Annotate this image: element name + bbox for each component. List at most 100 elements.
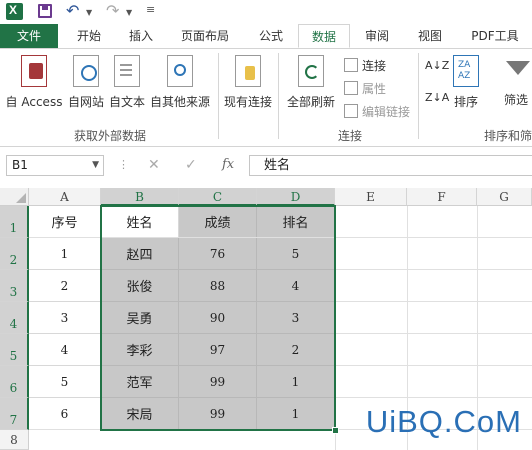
filter-button[interactable]: 筛选	[496, 55, 532, 108]
tab-file[interactable]: 文件	[0, 24, 58, 48]
table-cell[interactable]: 赵四	[101, 238, 179, 270]
table-cell[interactable]: 76	[179, 238, 257, 270]
column-header-f[interactable]: F	[407, 188, 477, 206]
table-cell[interactable]: 2	[29, 270, 101, 302]
table-cell[interactable]: 99	[179, 398, 257, 430]
table-cell[interactable]: 3	[257, 302, 335, 334]
column-header-b[interactable]: B	[101, 188, 179, 206]
undo-icon[interactable]: ↶	[66, 1, 79, 20]
table-cell[interactable]: 6	[29, 398, 101, 430]
customize-toolbar-icon[interactable]: ≡	[146, 3, 155, 16]
cell-d1[interactable]: 排名	[257, 206, 335, 238]
filter-icon	[504, 55, 530, 85]
table-cell[interactable]: 李彩	[101, 334, 179, 366]
tab-home[interactable]: 开始	[64, 24, 114, 48]
table-cell[interactable]: 2	[257, 334, 335, 366]
table-cell[interactable]: 1	[257, 398, 335, 430]
cell-c1[interactable]: 成绩	[179, 206, 257, 238]
table-cell[interactable]: 88	[179, 270, 257, 302]
column-header-a[interactable]: A	[29, 188, 101, 206]
insert-function-icon[interactable]: fx	[222, 157, 234, 172]
table-cell[interactable]: 97	[179, 334, 257, 366]
gridline	[335, 301, 532, 302]
row-header-8[interactable]: 8	[0, 430, 29, 450]
undo-dropdown-icon[interactable]: ▼	[86, 8, 92, 17]
row-header-5[interactable]: 5	[0, 334, 29, 366]
cell-a1[interactable]: 序号	[29, 206, 101, 238]
properties-icon	[344, 81, 358, 95]
table-cell[interactable]: 宋局	[101, 398, 179, 430]
redo-dropdown-icon[interactable]: ▼	[126, 8, 132, 17]
column-header-g[interactable]: G	[477, 188, 532, 206]
ribbon-tabs: 文件 开始 插入 页面布局 公式 数据 审阅 视图 PDF工具	[0, 24, 532, 49]
group-label-connections: 连接	[337, 129, 362, 143]
sort-button[interactable]: ZA AZ 排序	[448, 55, 484, 110]
group-separator	[418, 53, 419, 139]
gridline	[335, 206, 336, 450]
sort-az-icon[interactable]: A↓Z	[425, 59, 449, 72]
tab-data[interactable]: 数据	[298, 24, 350, 48]
enter-icon[interactable]: ✓	[185, 157, 197, 173]
column-header-e[interactable]: E	[335, 188, 407, 206]
access-icon	[21, 55, 47, 87]
table-cell[interactable]: 5	[257, 238, 335, 270]
sort-label: 排序	[453, 95, 478, 109]
group-separator	[278, 53, 279, 139]
table-cell[interactable]: 4	[257, 270, 335, 302]
filter-label: 筛选	[503, 93, 528, 107]
gridline	[335, 333, 532, 334]
table-cell[interactable]: 范军	[101, 366, 179, 398]
table-cell[interactable]: 张俊	[101, 270, 179, 302]
row-header-7[interactable]: 7	[0, 398, 29, 430]
tab-insert[interactable]: 插入	[116, 24, 166, 48]
sort-icon: ZA AZ	[453, 55, 479, 87]
table-cell[interactable]: 1	[257, 366, 335, 398]
row-header-2[interactable]: 2	[0, 238, 29, 270]
tab-page-layout[interactable]: 页面布局	[172, 24, 238, 48]
from-other-sources-button[interactable]: 自其他来源	[149, 55, 211, 110]
ribbon: 自 Access 自网站 自文本 自其他来源 获取外部数据 现有连接 全部刷新 …	[0, 49, 532, 147]
from-text-button[interactable]: 自文本	[107, 55, 147, 110]
cancel-icon[interactable]: ✕	[148, 157, 160, 173]
existing-connections-label: 现有连接	[223, 95, 272, 109]
table-cell[interactable]: 吴勇	[101, 302, 179, 334]
drag-handle-icon[interactable]: ⋮	[118, 158, 129, 171]
refresh-all-button[interactable]: 全部刷新	[283, 55, 339, 110]
table-cell[interactable]: 3	[29, 302, 101, 334]
tab-view[interactable]: 视图	[405, 24, 455, 48]
name-box[interactable]: B1 ▼	[6, 155, 104, 176]
table-cell[interactable]: 4	[29, 334, 101, 366]
row-header-6[interactable]: 6	[0, 366, 29, 398]
existing-connections-button[interactable]: 现有连接	[222, 55, 274, 110]
cell-b1[interactable]: 姓名	[101, 206, 179, 238]
edit-links-button[interactable]: 编辑链接	[344, 103, 410, 120]
tab-formulas[interactable]: 公式	[246, 24, 296, 48]
web-icon	[73, 55, 99, 87]
properties-button[interactable]: 属性	[344, 80, 386, 97]
table-cell[interactable]: 99	[179, 366, 257, 398]
edit-links-icon	[344, 104, 358, 118]
sort-za-icon[interactable]: Z↓A	[425, 91, 449, 104]
row-header-1[interactable]: 1	[0, 206, 29, 238]
from-web-button[interactable]: 自网站	[66, 55, 106, 110]
save-icon[interactable]	[38, 4, 52, 18]
fill-handle[interactable]	[332, 427, 339, 434]
column-header-d[interactable]: D	[257, 188, 335, 206]
row-header-4[interactable]: 4	[0, 302, 29, 334]
table-cell[interactable]: 5	[29, 366, 101, 398]
from-access-button[interactable]: 自 Access	[4, 55, 64, 110]
connections-button[interactable]: 连接	[344, 57, 386, 74]
redo-icon[interactable]: ↷	[106, 1, 119, 20]
table-cell[interactable]: 1	[29, 238, 101, 270]
gridline	[335, 397, 532, 398]
formula-input[interactable]: 姓名	[249, 155, 532, 176]
excel-icon: X	[6, 3, 23, 20]
select-all-corner[interactable]	[0, 188, 29, 206]
row-header-3[interactable]: 3	[0, 270, 29, 302]
formula-bar: B1 ▼ ⋮ ✕ ✓ fx 姓名	[0, 153, 532, 179]
table-cell[interactable]: 90	[179, 302, 257, 334]
column-header-c[interactable]: C	[179, 188, 257, 206]
chevron-down-icon[interactable]: ▼	[92, 156, 99, 175]
tab-pdf-tools[interactable]: PDF工具	[462, 24, 528, 48]
tab-review[interactable]: 审阅	[352, 24, 402, 48]
